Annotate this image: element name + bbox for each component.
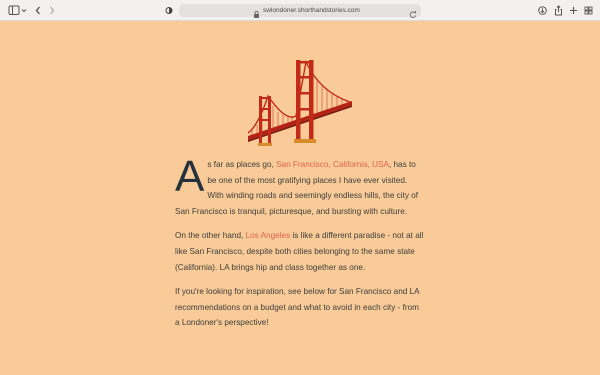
- address-bar[interactable]: swlondoner.shorthandstories.com: [179, 4, 421, 18]
- chevron-right-icon[interactable]: [48, 4, 56, 17]
- paragraph-text: On the other hand,: [175, 231, 246, 241]
- drop-cap: A: [175, 152, 205, 201]
- shield-icon[interactable]: [165, 4, 173, 17]
- paragraph-text: s far as places go,: [207, 160, 277, 169]
- inspiration-paragraph: If you're looking for inspiration, see b…: [175, 287, 420, 328]
- plus-icon[interactable]: [569, 4, 578, 17]
- download-icon[interactable]: [538, 4, 547, 17]
- sidebar-toggle-icon[interactable]: [8, 4, 28, 17]
- golden-gate-bridge-illustration: [247, 56, 352, 148]
- browser-toolbar: swlondoner.shorthandstories.com: [0, 0, 600, 21]
- reload-icon[interactable]: [409, 6, 417, 24]
- article-body: As far as places go, San Francisco, Cali…: [175, 152, 425, 340]
- url-text: swlondoner.shorthandstories.com: [263, 7, 360, 14]
- lock-icon: [253, 6, 260, 24]
- intro-paragraph: As far as places go, San Francisco, Cali…: [175, 152, 425, 219]
- tab-overview-icon[interactable]: [584, 4, 593, 17]
- los-angeles-link[interactable]: Los Angeles: [246, 231, 291, 240]
- los-angeles-paragraph: On the other hand, Los Angeles is like a…: [175, 228, 425, 275]
- share-icon[interactable]: [554, 4, 563, 17]
- chevron-left-icon[interactable]: [34, 4, 42, 17]
- san-francisco-link[interactable]: San Francisco, California, USA: [276, 160, 389, 169]
